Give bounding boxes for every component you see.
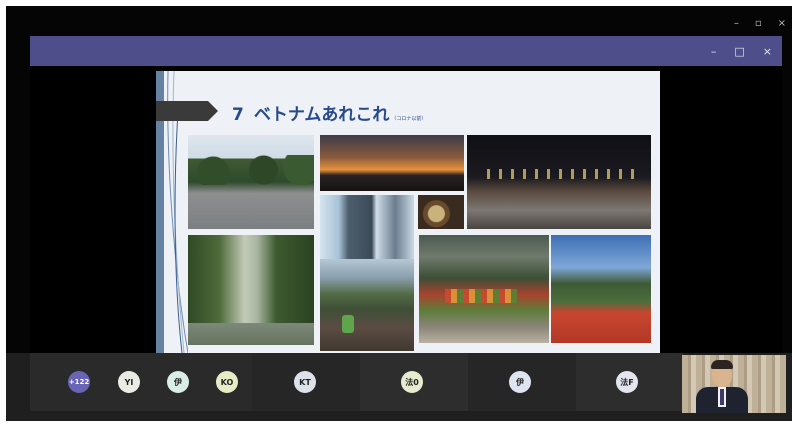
title-banner-arrow (156, 101, 218, 121)
outer-window-controls: – ▫ × (734, 16, 792, 32)
photo-sunset-skyline (320, 135, 464, 191)
overflow-participants-badge[interactable]: +122 (68, 371, 90, 393)
participant-avatar-hof[interactable]: 法F (616, 371, 638, 393)
presentation-slide: 7 ベトナムあれこれ （コロナ以前） (156, 71, 660, 353)
participant-strip: +122 YI 伊 KO KT 法0 伊 法F (6, 353, 792, 421)
meeting-window-controls: – □ × (711, 36, 772, 66)
participant-avatar-ko[interactable]: KO (216, 371, 238, 393)
meeting-title-bar: – □ × (30, 36, 782, 66)
participant-avatar-ho0[interactable]: 法0 (401, 371, 423, 393)
participant-avatar-yi[interactable]: YI (118, 371, 140, 393)
photo-skyscrapers (320, 195, 414, 259)
participant-avatar-i2[interactable]: 伊 (509, 371, 531, 393)
outer-restore-button[interactable]: ▫ (755, 16, 762, 32)
participant-tie (720, 389, 724, 405)
slide-title: 7 ベトナムあれこれ （コロナ以前） (232, 100, 426, 125)
outer-minimize-button[interactable]: – (734, 16, 739, 32)
shared-screen-stage: 7 ベトナムあれこれ （コロナ以前） (30, 66, 782, 353)
participant-hair (711, 360, 733, 369)
photo-flower-bed (551, 235, 651, 343)
photo-park-road (188, 135, 314, 229)
participant-avatar-kt[interactable]: KT (294, 371, 316, 393)
close-button[interactable]: × (763, 45, 772, 58)
maximize-button[interactable]: □ (734, 45, 744, 58)
photo-motorbike-street (320, 259, 414, 351)
slide-subtitle: （コロナ以前） (391, 116, 427, 122)
minimize-button[interactable]: – (711, 45, 717, 58)
photo-tree-lined-path (188, 235, 314, 345)
photo-night-traffic (467, 135, 651, 229)
screen: – ▫ × – □ × 7 ベトナムあれこれ （コロナ以前） +122 YI 伊… (6, 6, 792, 421)
slide-title-text: ベトナムあれこれ (253, 105, 390, 125)
outer-close-button[interactable]: × (778, 16, 786, 32)
photo-fruit-market (419, 235, 549, 343)
participant-video-tile[interactable] (682, 355, 786, 413)
participant-avatar-i[interactable]: 伊 (167, 371, 189, 393)
slide-number: 7 (232, 105, 244, 125)
photo-food-dish (418, 195, 464, 229)
